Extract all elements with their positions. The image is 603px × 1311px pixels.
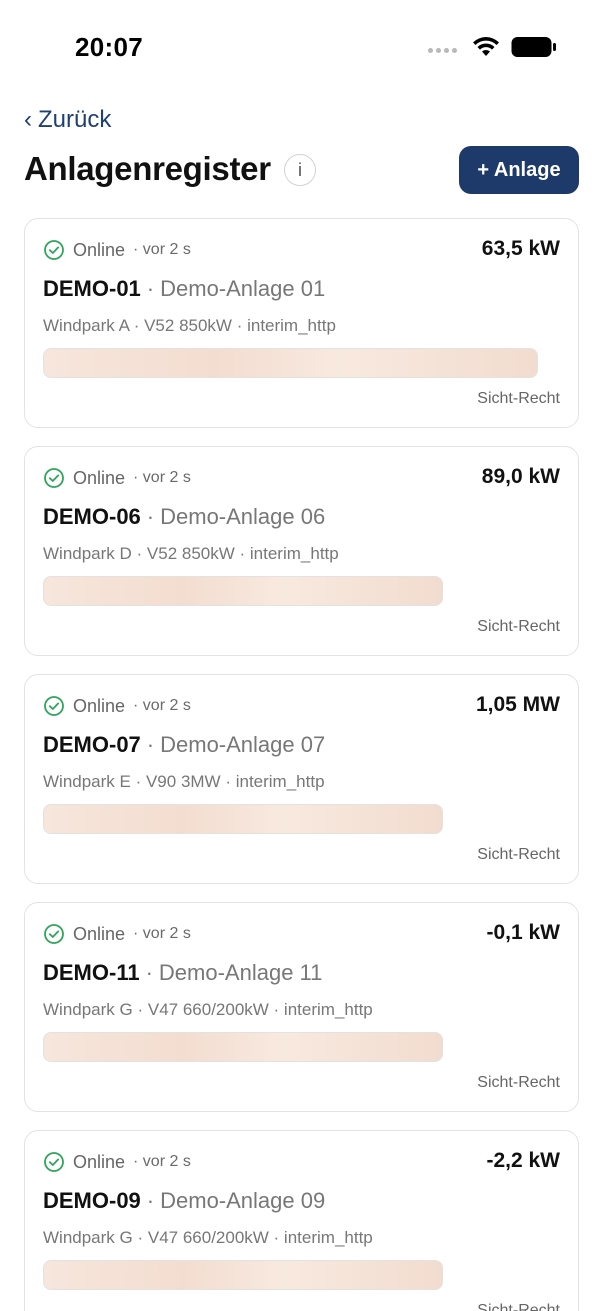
status-text: Online: [73, 239, 126, 260]
add-plant-button[interactable]: + Anlage: [459, 146, 579, 194]
plant-card[interactable]: Online · vor 2 s -0,1 kW DEMO-11 · Demo-An…: [24, 902, 579, 1112]
plant-title: DEMO-11 · Demo-Anlage 11: [43, 960, 322, 986]
status-text: Online: [73, 467, 126, 488]
status-line: Online · vor 2 s: [43, 467, 191, 489]
info-icon: i: [298, 159, 302, 180]
plant-title: DEMO-09 · Demo-Anlage 09: [43, 1188, 325, 1214]
plant-meta: Windpark E · V90 3MW · interim_http: [43, 772, 325, 791]
check-circle-icon: [44, 240, 64, 260]
plant-meta: Windpark G · V47 660/200kW · interim_htt…: [43, 1228, 373, 1247]
plant-card[interactable]: Online · vor 2 s 89,0 kW DEMO-06 · Demo-An…: [24, 446, 579, 656]
plant-name: Demo-Anlage 01: [160, 276, 326, 301]
plant-name: Demo-Anlage 09: [160, 1188, 326, 1213]
separator: ·: [146, 504, 155, 529]
info-button[interactable]: i: [284, 154, 316, 186]
redacted-field: [43, 804, 443, 834]
plant-name: Demo-Anlage 06: [160, 504, 326, 529]
separator: ·: [145, 960, 153, 985]
plant-card[interactable]: Online · vor 2 s -2,2 kW DEMO-09 · Demo-An…: [24, 1130, 579, 1311]
plant-card[interactable]: Online · vor 2 s 1,05 MW DEMO-07 · Demo-An…: [24, 674, 579, 884]
battery-icon: [511, 37, 556, 57]
page-title: Anlagenregister: [24, 150, 271, 187]
last-update: · vor 2 s: [133, 469, 191, 486]
status-line: Online · vor 2 s: [43, 239, 191, 261]
plant-id: DEMO-11: [43, 960, 140, 985]
status-line: Online · vor 2 s: [43, 695, 191, 717]
plant-card[interactable]: Online · vor 2 s 63,5 kW DEMO-01 · Demo-An…: [24, 218, 579, 428]
last-update: · vor 2 s: [133, 241, 191, 258]
access-rights: Sicht-Recht: [477, 846, 560, 863]
plant-title: DEMO-01 · Demo-Anlage 01: [43, 276, 325, 302]
power-value: 63,5 kW: [481, 237, 560, 260]
power-value: -0,1 kW: [486, 921, 560, 944]
wifi-icon: [473, 37, 499, 56]
access-rights: Sicht-Recht: [477, 1074, 560, 1091]
access-rights: Sicht-Recht: [477, 390, 560, 407]
plant-meta: Windpark D · V52 850kW · interim_http: [43, 544, 339, 563]
status-bar: 20:07: [0, 0, 603, 96]
plant-meta: Windpark A · V52 850kW · interim_http: [43, 316, 336, 335]
plant-id: DEMO-06: [43, 504, 141, 529]
screen: 20:07 ‹ Zurück Anlagenregister i + Anlage: [0, 0, 603, 1311]
last-update: · vor 2 s: [133, 697, 191, 714]
plant-title: DEMO-07 · Demo-Anlage 07: [43, 732, 325, 758]
status-time: 20:07: [75, 32, 143, 62]
check-circle-icon: [44, 696, 64, 716]
status-line: Online · vor 2 s: [43, 923, 191, 945]
power-value: -2,2 kW: [486, 1149, 560, 1172]
status-icons: [428, 36, 557, 58]
check-circle-icon: [44, 1152, 64, 1172]
check-circle-icon: [44, 924, 64, 944]
redacted-field: [43, 1260, 443, 1290]
check-circle-icon: [44, 468, 64, 488]
plant-title: DEMO-06 · Demo-Anlage 06: [43, 504, 325, 530]
chevron-left-icon: ‹: [24, 106, 32, 133]
access-rights: Sicht-Recht: [477, 618, 560, 635]
cellular-signal-icon: [428, 47, 457, 53]
back-button[interactable]: ‹ Zurück: [24, 106, 111, 134]
power-value: 89,0 kW: [481, 465, 560, 488]
plant-id: DEMO-07: [43, 732, 141, 757]
plant-meta: Windpark G · V47 660/200kW · interim_htt…: [43, 1000, 373, 1019]
status-text: Online: [73, 923, 126, 944]
access-rights: Sicht-Recht: [477, 1302, 560, 1311]
status-line: Online · vor 2 s: [43, 1151, 191, 1173]
redacted-field: [43, 1032, 443, 1062]
back-label: Zurück: [38, 106, 112, 133]
separator: ·: [146, 276, 155, 301]
redacted-field: [43, 348, 538, 378]
power-value: 1,05 MW: [475, 693, 560, 716]
header: Anlagenregister i + Anlage: [24, 146, 579, 194]
status-text: Online: [73, 1151, 126, 1172]
redacted-field: [43, 576, 443, 606]
separator: ·: [146, 1188, 155, 1213]
status-text: Online: [73, 695, 126, 716]
last-update: · vor 2 s: [133, 1153, 191, 1170]
separator: ·: [146, 732, 155, 757]
plant-name: Demo-Anlage 07: [160, 732, 326, 757]
plant-id: DEMO-09: [43, 1188, 141, 1213]
plant-name: Demo-Anlage 11: [158, 960, 323, 985]
plant-id: DEMO-01: [43, 276, 141, 301]
last-update: · vor 2 s: [133, 925, 191, 942]
